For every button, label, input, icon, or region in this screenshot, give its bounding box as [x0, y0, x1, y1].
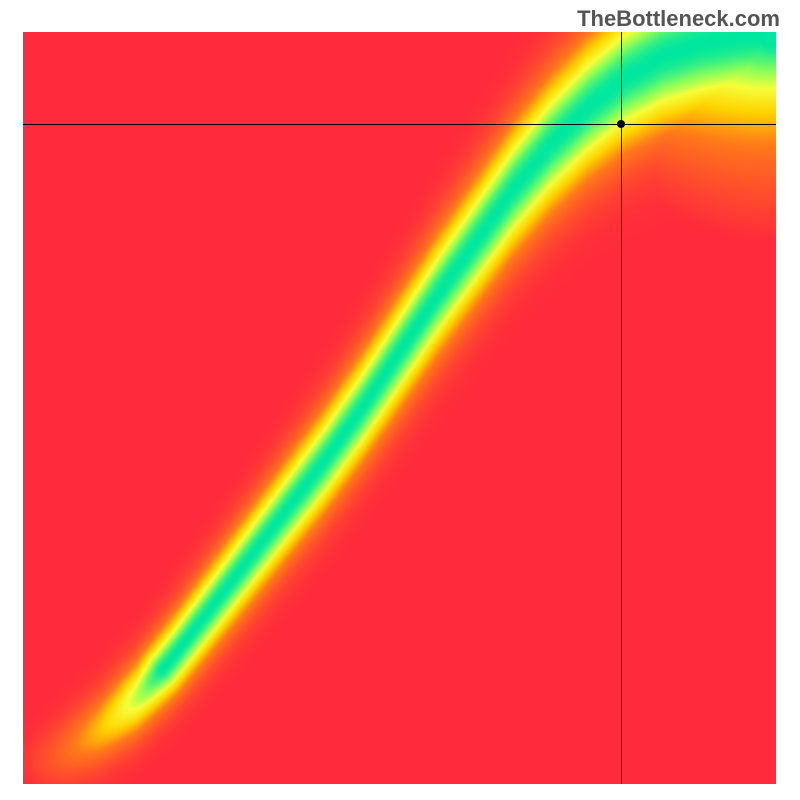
chart-container: TheBottleneck.com [0, 0, 800, 800]
crosshair-vertical [621, 32, 622, 784]
heatmap-canvas [23, 32, 776, 784]
crosshair-marker-dot [617, 120, 625, 128]
crosshair-horizontal [23, 124, 776, 125]
watermark-text: TheBottleneck.com [577, 6, 780, 32]
